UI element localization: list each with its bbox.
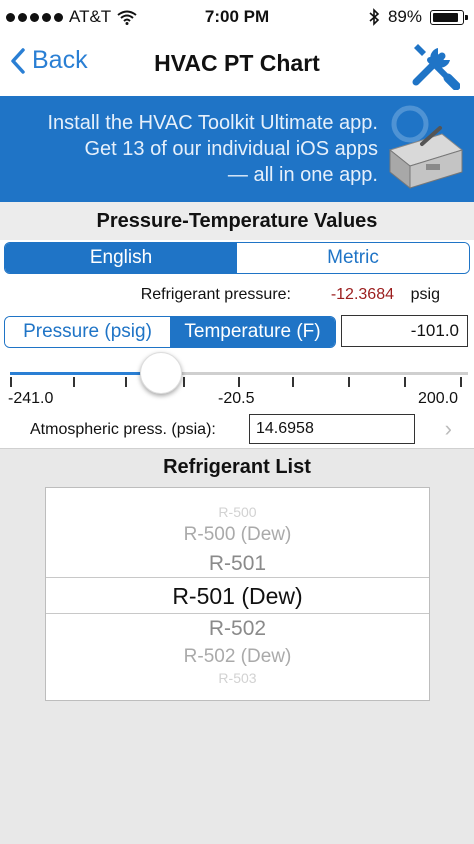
mode-segmented-control: Pressure (psig) Temperature (F) (4, 316, 336, 348)
mode-temperature-segment[interactable]: Temperature (F) (170, 317, 335, 347)
units-english-segment[interactable]: English (5, 243, 237, 273)
picker-selected-item[interactable]: R-501 (Dew) (46, 583, 429, 610)
battery-icon (430, 9, 468, 25)
picker-item[interactable]: R-500 (46, 504, 429, 520)
banner-text: Install the HVAC Toolkit Ultimate app. G… (47, 110, 378, 188)
units-metric-segment[interactable]: Metric (237, 243, 469, 273)
atmospheric-pressure-input[interactable]: 14.6958 (249, 414, 415, 444)
chevron-right-icon[interactable]: › (445, 416, 452, 442)
atmospheric-pressure-label: Atmospheric press. (psia): (30, 421, 216, 438)
temperature-input[interactable]: -101.0 (341, 315, 468, 347)
picker-item[interactable]: R-500 (Dew) (46, 524, 429, 546)
slider-tick (292, 377, 294, 387)
pt-section-title: Pressure-Temperature Values (0, 202, 474, 240)
battery-percent: 89% (387, 7, 422, 26)
bluetooth-icon (369, 8, 380, 26)
picker-selection-top-line (46, 577, 429, 578)
banner-line-3: — all in one app. (227, 164, 378, 186)
picker-item[interactable]: R-501 (46, 552, 429, 576)
refrigerant-pressure-value: -12.3684 (330, 286, 394, 303)
page-title: HVAC PT Chart (154, 50, 320, 76)
status-right: 89% (369, 7, 468, 27)
navigation-bar: Back HVAC PT Chart (0, 34, 474, 96)
toolbox-icon (388, 105, 464, 190)
refrigerant-pressure-unit: psig (410, 286, 440, 303)
slider-tick (460, 377, 462, 387)
units-segmented-control: English Metric (4, 242, 470, 274)
status-bar: AT&T 7:00 PM 89% (0, 0, 474, 34)
picker-selection-bottom-line (46, 613, 429, 614)
slider-tick (73, 377, 75, 387)
slider-max-label: 200.0 (418, 390, 459, 407)
temperature-slider-thumb[interactable] (140, 352, 182, 394)
refrigerant-list-title: Refrigerant List (163, 456, 311, 478)
slider-tick (125, 377, 127, 387)
slider-min-label: -241.0 (8, 390, 54, 407)
picker-item[interactable]: R-503 (46, 670, 429, 686)
banner-line-2: Get 13 of our individual iOS apps (84, 138, 378, 160)
slider-tick (238, 377, 240, 387)
slider-tick (10, 377, 12, 387)
refrigerant-picker[interactable]: R-500 R-500 (Dew) R-501 R-501 (Dew) R-50… (45, 487, 430, 701)
slider-tick (348, 377, 350, 387)
wrench-screwdriver-icon[interactable] (408, 38, 460, 90)
picker-item[interactable]: R-502 (Dew) (46, 646, 429, 668)
slider-mid-label: -20.5 (218, 390, 255, 407)
picker-item[interactable]: R-502 (46, 617, 429, 641)
mode-pressure-segment[interactable]: Pressure (psig) (5, 317, 170, 347)
promo-banner[interactable]: Install the HVAC Toolkit Ultimate app. G… (0, 96, 474, 202)
slider-tick (183, 377, 185, 387)
banner-line-1: Install the HVAC Toolkit Ultimate app. (47, 112, 378, 134)
refrigerant-pressure-label: Refrigerant pressure: (140, 286, 291, 303)
atmospheric-pressure-row: Atmospheric press. (psia): 14.6958 › (0, 412, 474, 448)
slider-tick (404, 377, 406, 387)
